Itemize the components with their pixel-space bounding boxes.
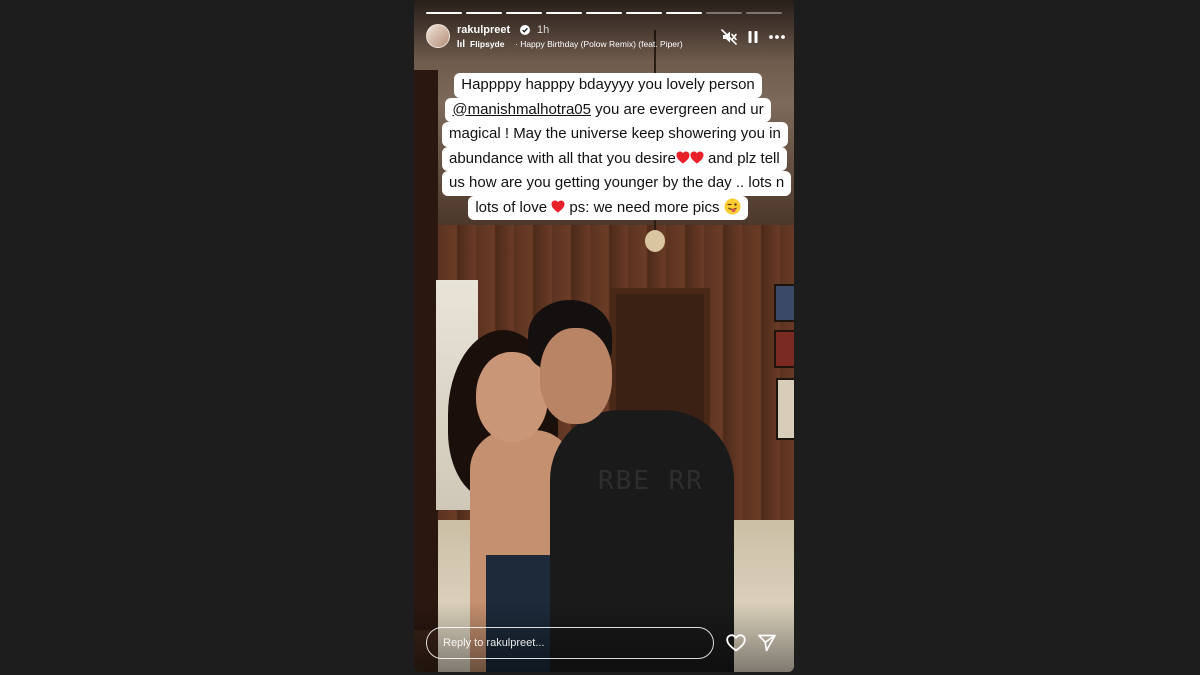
- story-progress: [426, 12, 782, 14]
- progress-segment: [746, 12, 782, 14]
- story-header: rakulpreet 1h Flipsyde · Happy Birthday …: [426, 22, 785, 50]
- caption-line: lots of love ps: we need more pics: [468, 195, 748, 220]
- jacket-print: RBE RR: [598, 466, 704, 496]
- music-artist[interactable]: Flipsyde: [470, 39, 504, 49]
- pause-icon[interactable]: [744, 28, 762, 46]
- red-heart-icon: [551, 200, 565, 212]
- wall-frame: [776, 378, 794, 440]
- music-bars-icon: [457, 39, 465, 47]
- caption-line: abundance with all that you desire and p…: [442, 146, 787, 171]
- progress-segment: [706, 12, 742, 14]
- caption-line: Happppy happpy bdayyyy you lovely person: [454, 73, 762, 98]
- progress-segment: [666, 12, 702, 14]
- story-caption: Happppy happpy bdayyyy you lovely person…: [442, 73, 792, 220]
- wall-frame: [774, 330, 794, 368]
- caption-line: @manishmalhotra05 you are evergreen and …: [445, 97, 771, 122]
- more-icon[interactable]: [768, 28, 786, 46]
- reply-placeholder: Reply to rakulpreet...: [443, 637, 545, 649]
- music-song[interactable]: · Happy Birthday (Polow Remix) (feat. Pi…: [515, 39, 683, 49]
- wall-frame: [774, 284, 794, 322]
- heart-icon[interactable]: [726, 634, 746, 652]
- verified-badge-icon: [520, 25, 530, 35]
- avatar[interactable]: [426, 24, 450, 48]
- caption-line: us how are you getting younger by the da…: [442, 171, 792, 196]
- wall-edge: [414, 70, 438, 630]
- progress-segment: [586, 12, 622, 14]
- username[interactable]: rakulpreet: [457, 24, 510, 36]
- progress-segment: [626, 12, 662, 14]
- story-viewer[interactable]: RBE RR rakulpreet 1h Flipsyde · Happy Bi…: [414, 0, 794, 672]
- progress-segment: [506, 12, 542, 14]
- time-ago: 1h: [537, 24, 550, 36]
- reply-input[interactable]: Reply to rakulpreet...: [426, 627, 714, 659]
- red-heart-icon: [676, 151, 690, 163]
- man-face: [540, 328, 612, 424]
- red-heart-icon: [690, 151, 704, 163]
- progress-segment: [546, 12, 582, 14]
- mention-link[interactable]: @manishmalhotra05: [452, 101, 591, 118]
- progress-segment: [466, 12, 502, 14]
- send-icon[interactable]: [757, 633, 777, 653]
- winking-tongue-emoji-icon: [724, 198, 741, 214]
- progress-segment: [426, 12, 462, 14]
- speaker-muted-icon[interactable]: [720, 28, 738, 46]
- caption-line: magical ! May the universe keep showerin…: [442, 122, 788, 147]
